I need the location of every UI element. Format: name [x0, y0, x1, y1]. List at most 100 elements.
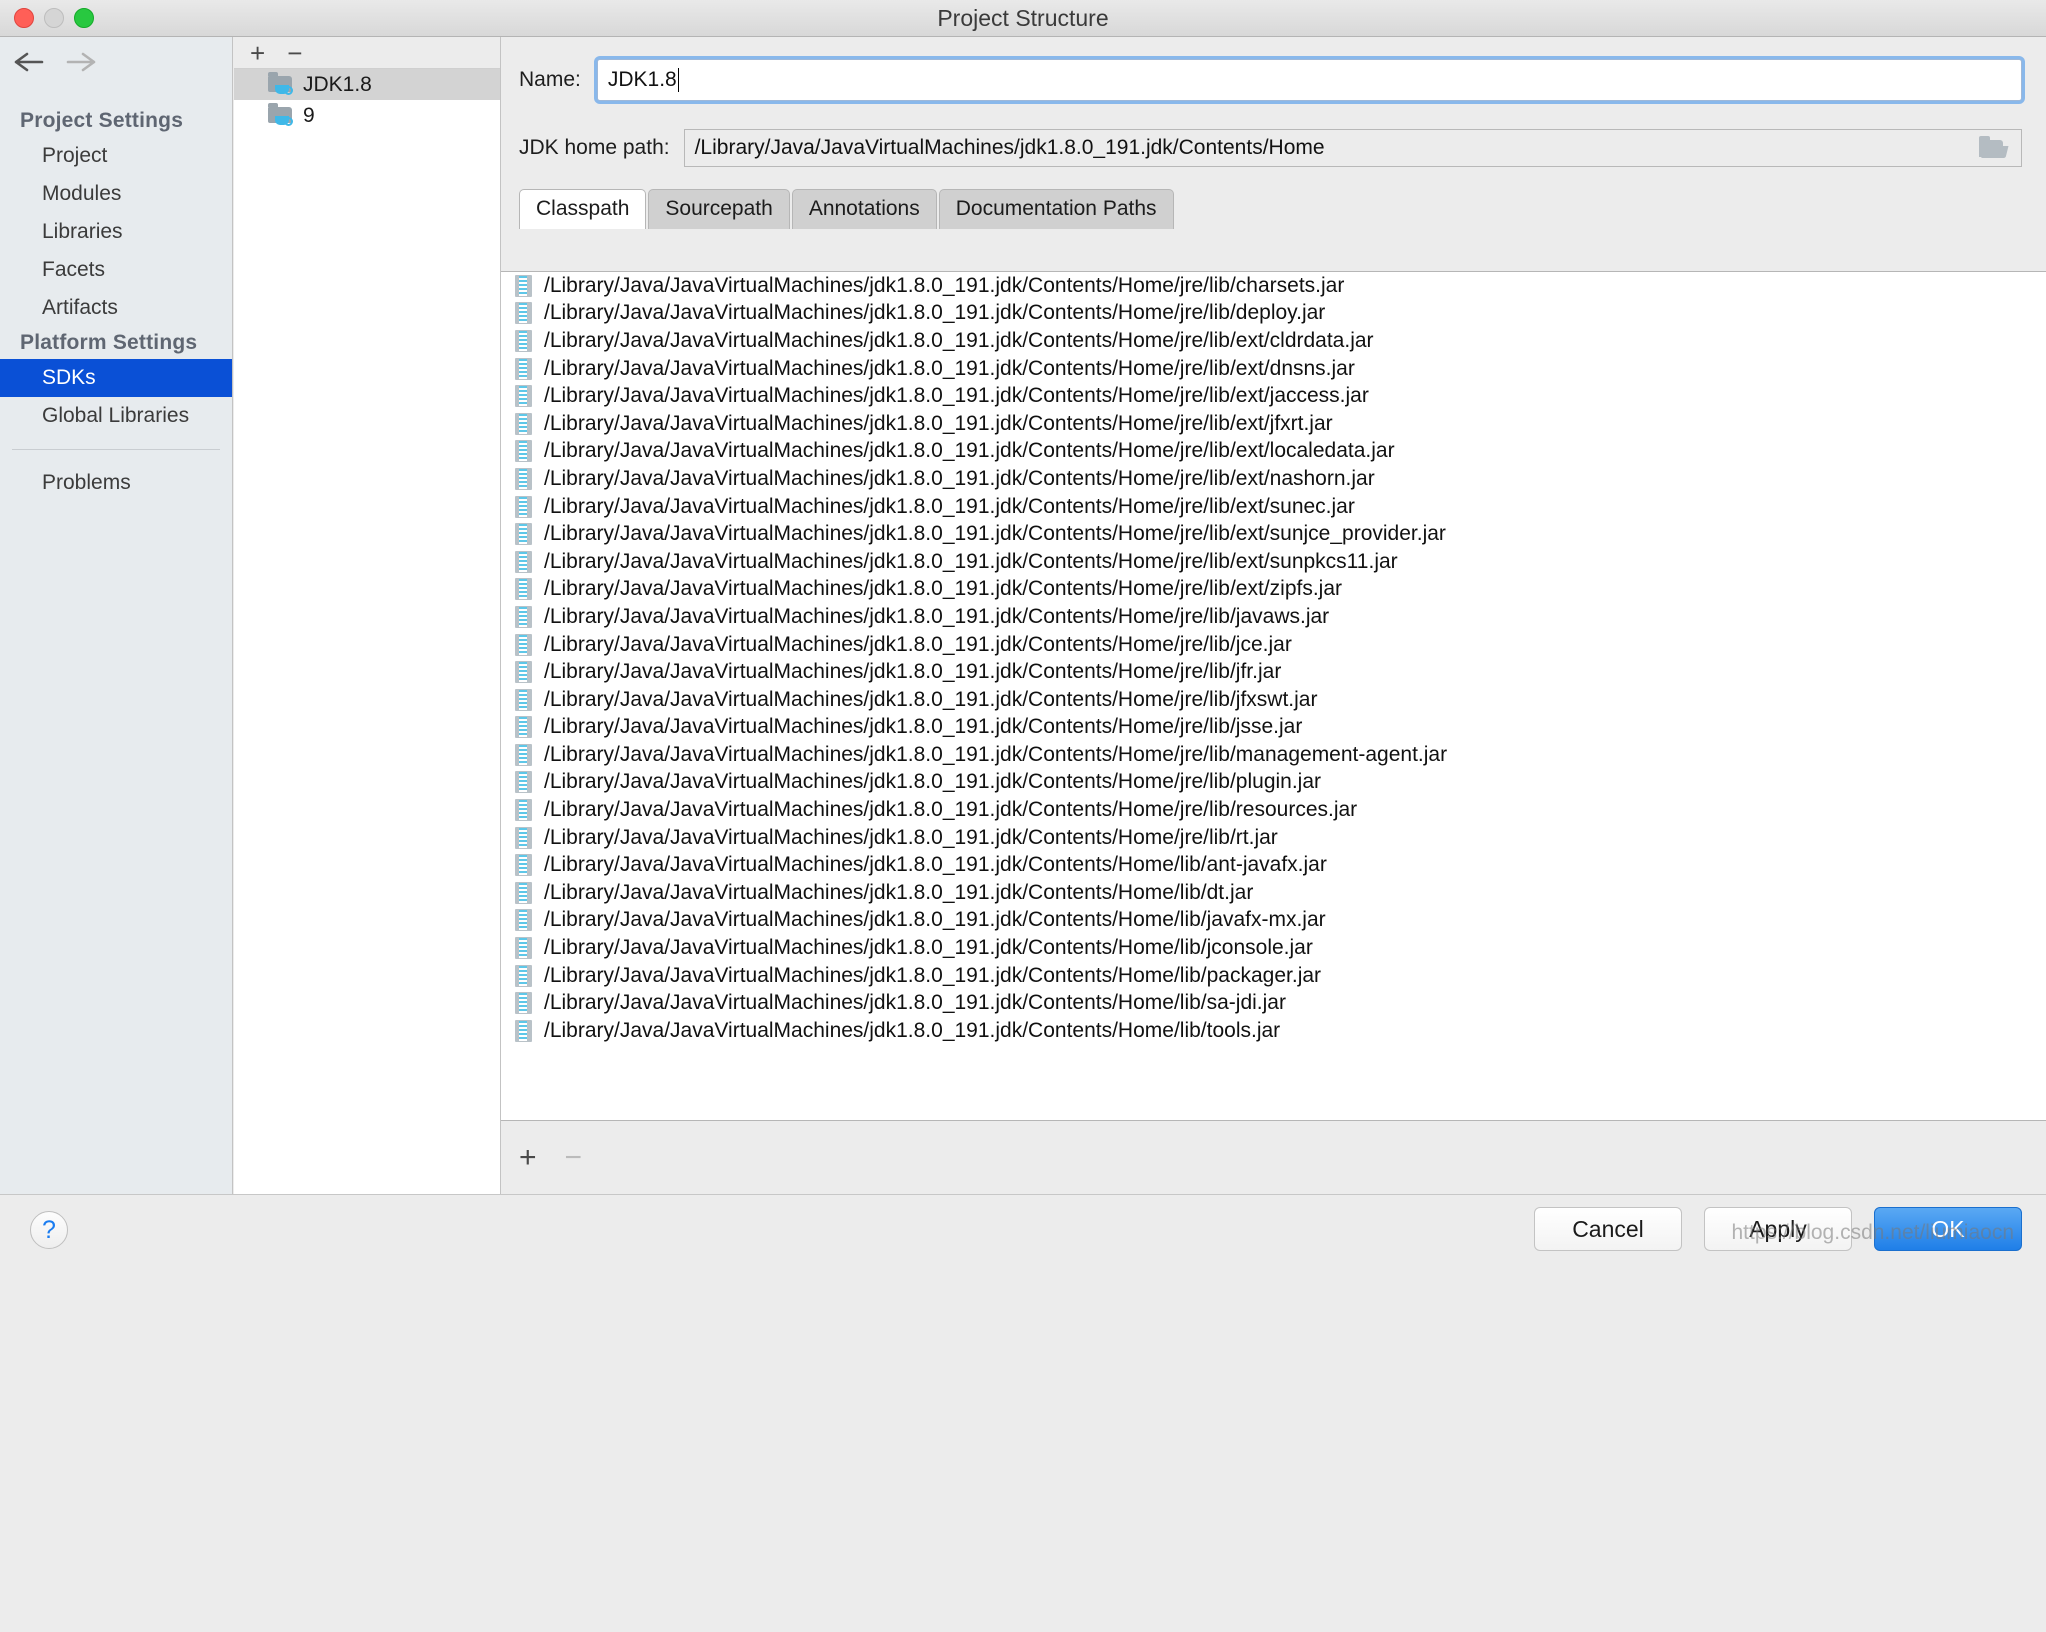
settings-sidebar: Project Settings Project Modules Librari… [0, 37, 233, 1194]
classpath-row[interactable]: /Library/Java/JavaVirtualMachines/jdk1.8… [501, 741, 2046, 769]
text-caret [677, 68, 679, 92]
ok-button[interactable]: OK [1874, 1207, 2022, 1251]
classpath-entry-label: /Library/Java/JavaVirtualMachines/jdk1.8… [544, 963, 1322, 987]
classpath-entry-label: /Library/Java/JavaVirtualMachines/jdk1.8… [544, 798, 1358, 822]
jdk-folder-icon [268, 71, 294, 96]
classpath-entry-label: /Library/Java/JavaVirtualMachines/jdk1.8… [544, 549, 1398, 573]
add-sdk-button[interactable]: + [250, 40, 265, 66]
detail-tabs: Classpath Sourcepath Annotations Documen… [501, 167, 2046, 229]
add-classpath-button[interactable]: + [519, 1143, 537, 1173]
name-input[interactable]: JDK1.8 [596, 59, 2022, 101]
classpath-entry-label: /Library/Java/JavaVirtualMachines/jdk1.8… [544, 632, 1292, 656]
classpath-row[interactable]: /Library/Java/JavaVirtualMachines/jdk1.8… [501, 907, 2046, 935]
classpath-row[interactable]: /Library/Java/JavaVirtualMachines/jdk1.8… [501, 300, 2046, 328]
classpath-row[interactable]: /Library/Java/JavaVirtualMachines/jdk1.8… [501, 438, 2046, 466]
classpath-entry-label: /Library/Java/JavaVirtualMachines/jdk1.8… [544, 494, 1355, 518]
classpath-entry-label: /Library/Java/JavaVirtualMachines/jdk1.8… [544, 908, 1326, 932]
classpath-row[interactable]: /Library/Java/JavaVirtualMachines/jdk1.8… [501, 327, 2046, 355]
tab-documentation-paths[interactable]: Documentation Paths [938, 189, 1174, 229]
folder-open-icon[interactable] [1979, 136, 2009, 159]
classpath-row[interactable]: /Library/Java/JavaVirtualMachines/jdk1.8… [501, 796, 2046, 824]
dialog-footer: ? Cancel Apply OK https://blog.csdn.net/… [0, 1194, 2046, 1632]
sidebar-item-libraries[interactable]: Libraries [0, 213, 232, 251]
sidebar-group-project-settings: Project Settings [20, 109, 184, 132]
jar-archive-icon [515, 771, 532, 794]
sidebar-item-global-libraries[interactable]: Global Libraries [0, 397, 232, 435]
classpath-row[interactable]: /Library/Java/JavaVirtualMachines/jdk1.8… [501, 631, 2046, 659]
sidebar-item-modules[interactable]: Modules [0, 175, 232, 213]
sidebar-item-problems[interactable]: Problems [0, 464, 232, 502]
jar-archive-icon [515, 881, 532, 904]
sdk-list-item-label: 9 [303, 103, 315, 127]
forward-arrow-icon[interactable] [64, 47, 98, 77]
window-title: Project Structure [937, 5, 1109, 31]
cancel-button[interactable]: Cancel [1534, 1207, 1682, 1251]
jdk-home-path-input[interactable]: /Library/Java/JavaVirtualMachines/jdk1.8… [683, 129, 2022, 167]
jdk-home-path-label: JDK home path: [519, 136, 670, 159]
jar-archive-icon [515, 385, 532, 408]
classpath-row[interactable]: /Library/Java/JavaVirtualMachines/jdk1.8… [501, 272, 2046, 300]
apply-button[interactable]: Apply [1704, 1207, 1852, 1251]
jar-archive-icon [515, 992, 532, 1015]
jar-archive-icon [515, 467, 532, 490]
sdk-list-item-9[interactable]: 9 [234, 100, 500, 131]
classpath-row[interactable]: /Library/Java/JavaVirtualMachines/jdk1.8… [501, 355, 2046, 383]
jdk-folder-icon [268, 102, 294, 127]
sidebar-item-artifacts[interactable]: Artifacts [0, 289, 232, 327]
classpath-entry-label: /Library/Java/JavaVirtualMachines/jdk1.8… [544, 742, 1448, 766]
remove-sdk-button[interactable]: − [287, 40, 302, 66]
classpath-row[interactable]: /Library/Java/JavaVirtualMachines/jdk1.8… [501, 493, 2046, 521]
classpath-row[interactable]: /Library/Java/JavaVirtualMachines/jdk1.8… [501, 1017, 2046, 1045]
help-button[interactable]: ? [30, 1211, 68, 1249]
dialog-buttons: Cancel Apply OK [1534, 1207, 2022, 1251]
classpath-row[interactable]: /Library/Java/JavaVirtualMachines/jdk1.8… [501, 520, 2046, 548]
sdk-list-item-label: JDK1.8 [303, 72, 372, 96]
navigation-arrows [12, 47, 98, 77]
classpath-row[interactable]: /Library/Java/JavaVirtualMachines/jdk1.8… [501, 962, 2046, 990]
classpath-row[interactable]: /Library/Java/JavaVirtualMachines/jdk1.8… [501, 465, 2046, 493]
sidebar-item-facets[interactable]: Facets [0, 251, 232, 289]
classpath-list[interactable]: /Library/Java/JavaVirtualMachines/jdk1.8… [501, 271, 2046, 1121]
sidebar-item-project[interactable]: Project [0, 137, 232, 175]
classpath-row[interactable]: /Library/Java/JavaVirtualMachines/jdk1.8… [501, 686, 2046, 714]
classpath-row[interactable]: /Library/Java/JavaVirtualMachines/jdk1.8… [501, 851, 2046, 879]
jar-archive-icon [515, 716, 532, 739]
classpath-row[interactable]: /Library/Java/JavaVirtualMachines/jdk1.8… [501, 824, 2046, 852]
jar-archive-icon [515, 605, 532, 628]
project-structure-dialog: Project Structure Project Settings Proje… [0, 0, 2046, 1632]
classpath-entry-label: /Library/Java/JavaVirtualMachines/jdk1.8… [544, 356, 1355, 380]
classpath-row[interactable]: /Library/Java/JavaVirtualMachines/jdk1.8… [501, 879, 2046, 907]
tab-classpath[interactable]: Classpath [519, 189, 647, 229]
classpath-row[interactable]: /Library/Java/JavaVirtualMachines/jdk1.8… [501, 548, 2046, 576]
jar-archive-icon [515, 578, 532, 601]
jar-archive-icon [515, 633, 532, 656]
tab-sourcepath[interactable]: Sourcepath [648, 189, 790, 229]
sidebar-item-sdks[interactable]: SDKs [0, 359, 232, 397]
classpath-entry-label: /Library/Java/JavaVirtualMachines/jdk1.8… [544, 853, 1327, 877]
jar-archive-icon [515, 799, 532, 822]
sdk-list-toolbar: + − [234, 37, 500, 69]
sidebar-group-platform-settings: Platform Settings [20, 331, 198, 354]
jar-archive-icon [515, 440, 532, 463]
classpath-entry-label: /Library/Java/JavaVirtualMachines/jdk1.8… [544, 466, 1375, 490]
back-arrow-icon[interactable] [12, 47, 46, 77]
tab-annotations[interactable]: Annotations [791, 189, 937, 229]
classpath-row[interactable]: /Library/Java/JavaVirtualMachines/jdk1.8… [501, 603, 2046, 631]
classpath-row[interactable]: /Library/Java/JavaVirtualMachines/jdk1.8… [501, 382, 2046, 410]
classpath-entry-label: /Library/Java/JavaVirtualMachines/jdk1.8… [544, 522, 1446, 546]
classpath-row[interactable]: /Library/Java/JavaVirtualMachines/jdk1.8… [501, 576, 2046, 604]
classpath-row[interactable]: /Library/Java/JavaVirtualMachines/jdk1.8… [501, 714, 2046, 742]
classpath-row[interactable]: /Library/Java/JavaVirtualMachines/jdk1.8… [501, 658, 2046, 686]
classpath-entry-label: /Library/Java/JavaVirtualMachines/jdk1.8… [544, 687, 1318, 711]
classpath-row[interactable]: /Library/Java/JavaVirtualMachines/jdk1.8… [501, 934, 2046, 962]
remove-classpath-button: − [564, 1141, 583, 1174]
classpath-row[interactable]: /Library/Java/JavaVirtualMachines/jdk1.8… [501, 410, 2046, 438]
classpath-entry-label: /Library/Java/JavaVirtualMachines/jdk1.8… [544, 880, 1254, 904]
title-bar: Project Structure [0, 0, 2046, 37]
sdk-list-item-jdk18[interactable]: JDK1.8 [234, 69, 500, 100]
classpath-row[interactable]: /Library/Java/JavaVirtualMachines/jdk1.8… [501, 769, 2046, 797]
classpath-row[interactable]: /Library/Java/JavaVirtualMachines/jdk1.8… [501, 989, 2046, 1017]
jar-archive-icon [515, 495, 532, 518]
jar-archive-icon [515, 550, 532, 573]
classpath-entry-label: /Library/Java/JavaVirtualMachines/jdk1.8… [544, 301, 1326, 325]
